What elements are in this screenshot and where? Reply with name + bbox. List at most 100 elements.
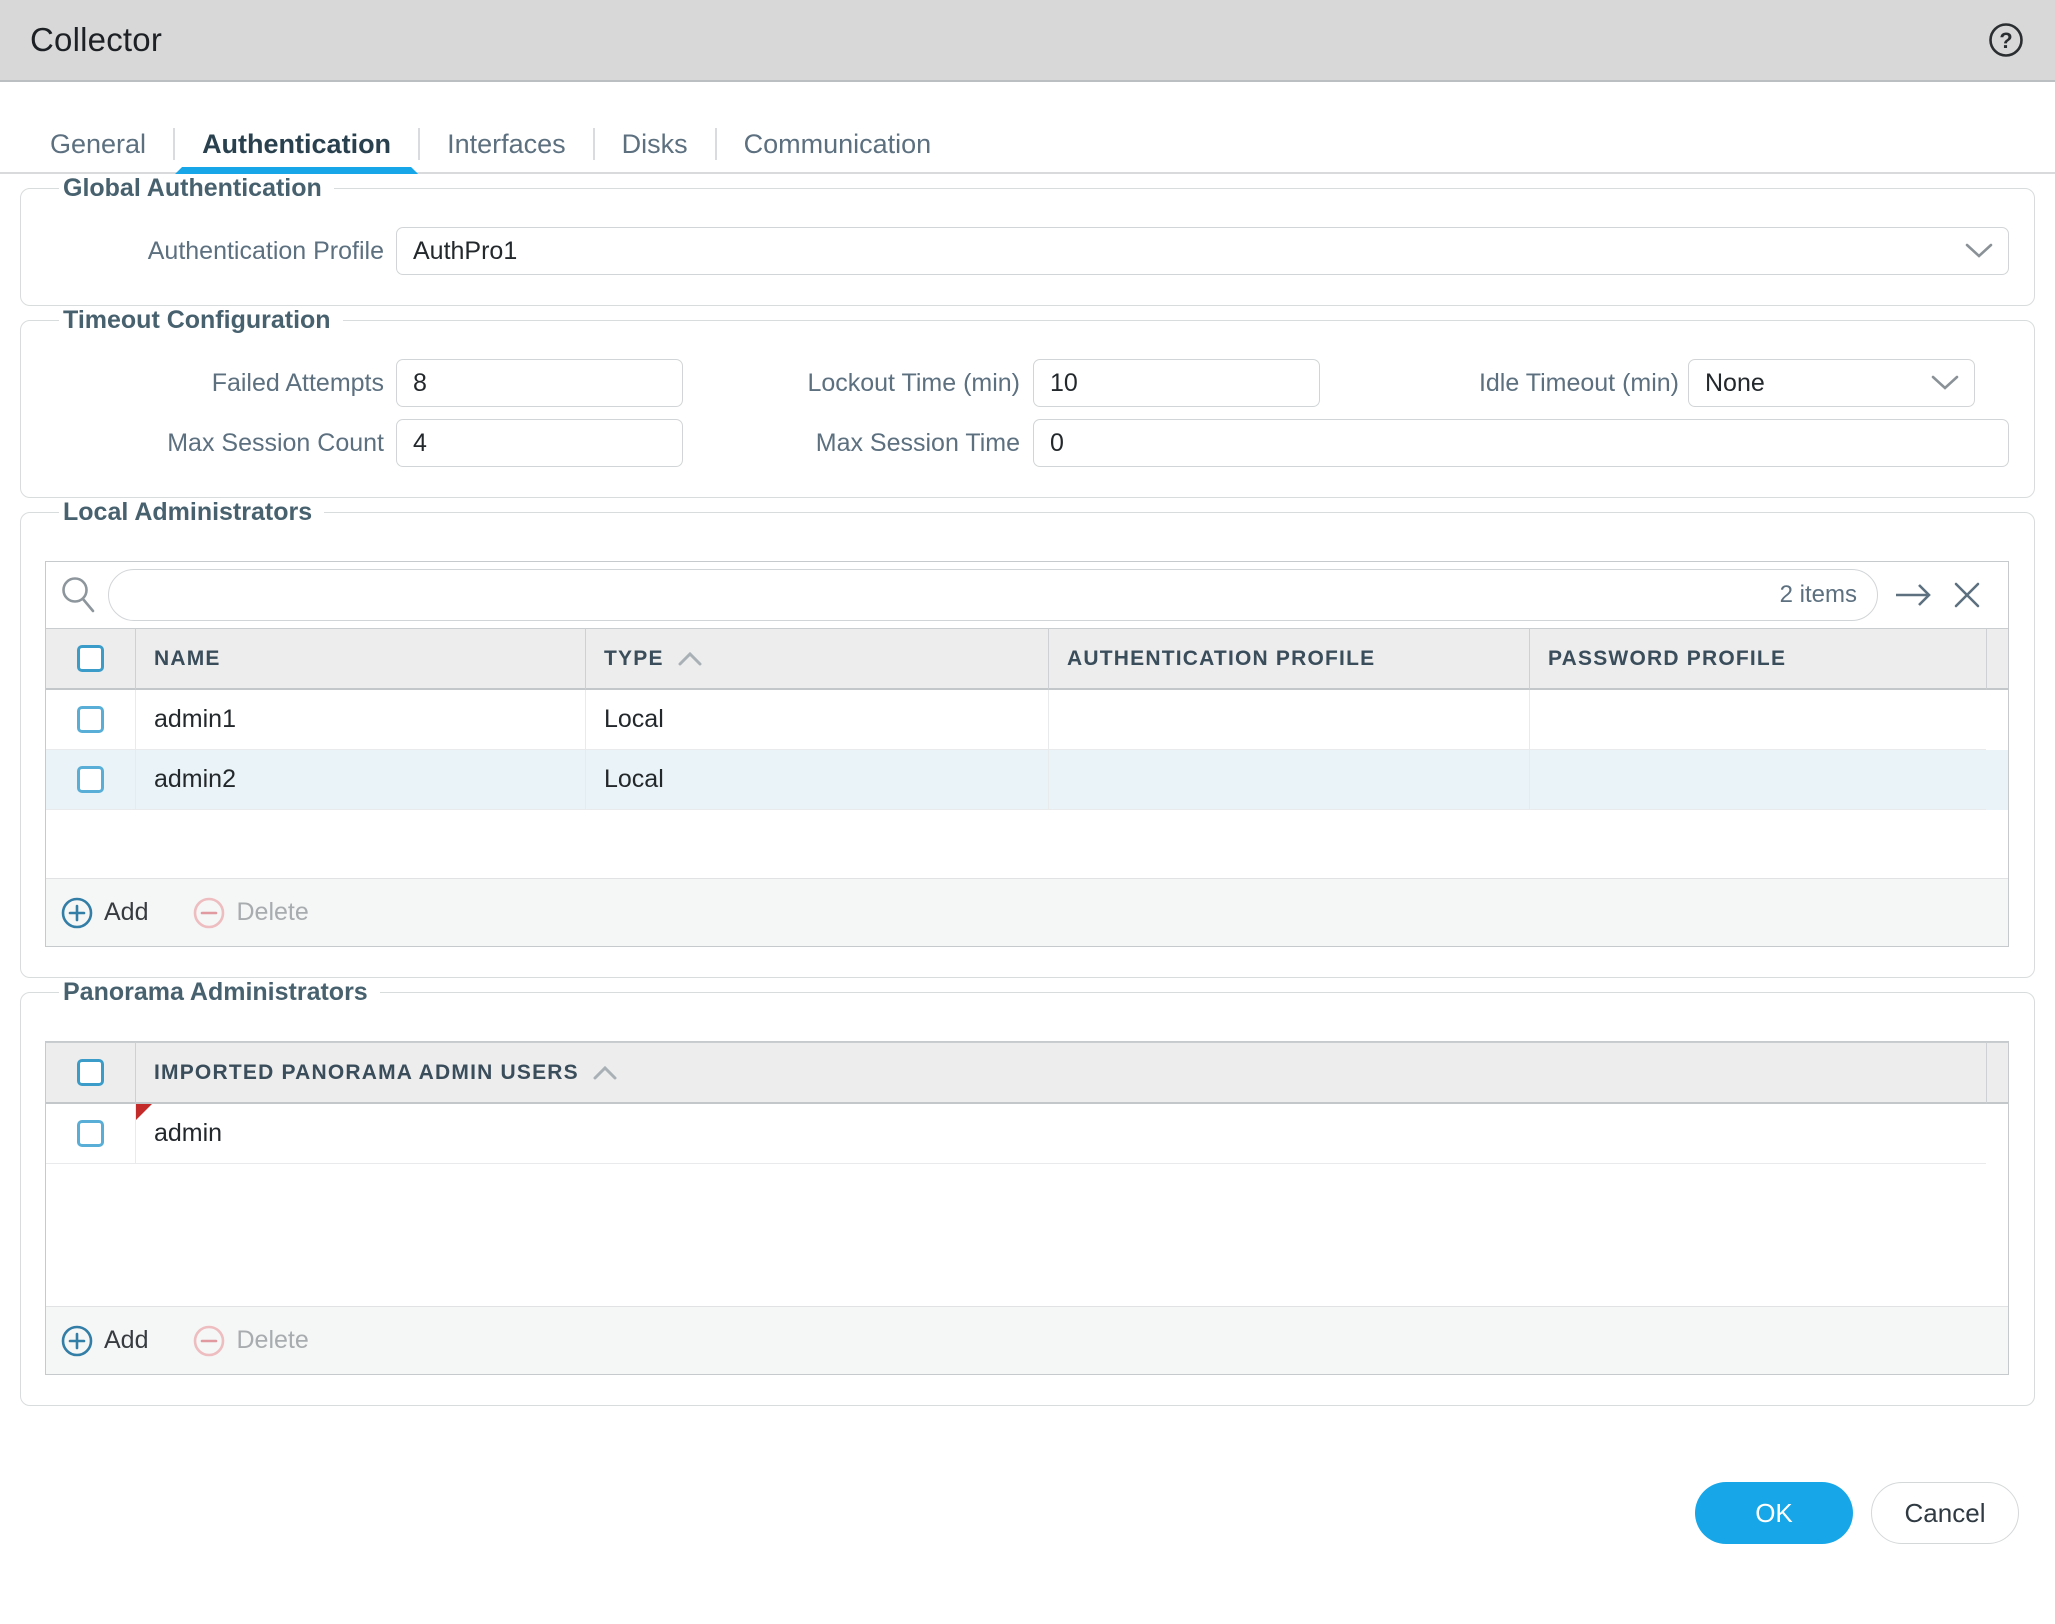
failed-attempts-input[interactable] — [396, 359, 683, 407]
table-row[interactable]: admin — [46, 1104, 2008, 1164]
items-count-badge: 2 items — [1779, 581, 1857, 608]
tab-communication[interactable]: Communication — [717, 116, 959, 172]
tab-general-label: General — [50, 128, 147, 159]
table-empty-area — [46, 1164, 2008, 1306]
column-header-imported-panorama-admin-users[interactable]: IMPORTED PANORAMA ADMIN USERS — [135, 1042, 1986, 1104]
column-header-type-label: TYPE — [604, 646, 664, 670]
sort-asc-icon — [678, 651, 702, 666]
svg-text:?: ? — [1999, 28, 2012, 53]
clear-filter-icon[interactable] — [1952, 580, 1982, 610]
failed-attempts-label: Failed Attempts — [211, 368, 384, 397]
delete-button[interactable]: Delete — [192, 896, 309, 930]
header-gutter — [1986, 1042, 2008, 1104]
table-row[interactable]: admin1 Local — [46, 690, 2008, 750]
row-checkbox[interactable] — [77, 1120, 104, 1147]
lockout-time-label: Lockout Time (min) — [807, 368, 1020, 397]
column-header-authentication-profile[interactable]: AUTHENTICATION PROFILE — [1048, 628, 1529, 690]
circle-plus-icon — [61, 1325, 93, 1356]
authentication-profile-label: Authentication Profile — [147, 236, 384, 265]
column-header-imported-panorama-admin-users-label: IMPORTED PANORAMA ADMIN USERS — [154, 1060, 579, 1084]
circle-minus-icon — [194, 1325, 225, 1356]
local-admins-search-row: 2 items — [46, 562, 2008, 628]
authentication-profile-select[interactable]: AuthPro1 — [396, 227, 2009, 275]
tab-communication-label: Communication — [743, 128, 932, 159]
chevron-down-icon — [1965, 243, 1993, 258]
lockout-time-input[interactable] — [1033, 359, 1320, 407]
column-header-name-label: NAME — [154, 646, 221, 670]
select-all-checkbox[interactable] — [77, 645, 104, 672]
help-icon: ? — [1989, 23, 2023, 57]
row-checkbox[interactable] — [77, 706, 104, 733]
section-global-authentication-legend: Global Authentication — [63, 174, 322, 202]
tab-bar: General Authentication Interfaces Disks … — [0, 116, 2055, 174]
cell-password-profile — [1529, 690, 1986, 750]
add-button-label: Add — [104, 898, 149, 926]
row-gutter — [1986, 750, 2008, 810]
delete-button-label: Delete — [236, 1326, 309, 1354]
tab-interfaces-label: Interfaces — [447, 128, 566, 159]
cell-type: Local — [585, 750, 1048, 810]
cancel-button[interactable]: Cancel — [1871, 1482, 2019, 1544]
select-all-checkbox[interactable] — [77, 1059, 104, 1086]
add-button[interactable]: Add — [60, 896, 148, 930]
section-local-administrators-legend: Local Administrators — [63, 498, 313, 526]
add-button-label: Add — [104, 1326, 149, 1354]
header-gutter — [1986, 628, 2008, 690]
section-timeout-configuration: Timeout Configuration Failed Attempts Lo… — [20, 306, 2035, 498]
column-header-name[interactable]: NAME — [135, 628, 585, 690]
column-header-type[interactable]: TYPE — [585, 628, 1048, 690]
cell-authentication-profile — [1048, 750, 1529, 810]
local-admins-footer: Add Delete — [46, 878, 2008, 946]
cell-imported-admin-user-label: admin — [154, 1119, 223, 1147]
circle-plus-icon — [61, 897, 93, 928]
panorama-admins-header-row: IMPORTED PANORAMA ADMIN USERS — [46, 1042, 2008, 1104]
tab-disks[interactable]: Disks — [595, 116, 715, 172]
tab-disks-label: Disks — [621, 128, 688, 159]
panorama-admins-footer: Add Delete — [46, 1306, 2008, 1374]
ok-button[interactable]: OK — [1695, 1482, 1853, 1544]
row-checkbox[interactable] — [77, 766, 104, 793]
cell-name: admin1 — [135, 690, 585, 750]
max-session-count-label: Max Session Count — [167, 428, 384, 457]
delete-button-label: Delete — [236, 898, 309, 926]
local-admins-search-input[interactable]: 2 items — [108, 569, 1878, 621]
max-session-time-label: Max Session Time — [815, 428, 1020, 457]
apply-filter-arrow-icon[interactable] — [1894, 581, 1934, 609]
cell-imported-admin-user: admin — [135, 1104, 1986, 1164]
circle-minus-icon — [194, 897, 225, 928]
sort-asc-icon — [593, 1065, 617, 1080]
section-global-authentication: Global Authentication Authentication Pro… — [20, 174, 2035, 306]
section-panorama-administrators: Panorama Administrators IMPORTED PANORAM… — [20, 978, 2035, 1406]
section-panorama-administrators-legend: Panorama Administrators — [63, 978, 368, 1006]
tab-general[interactable]: General — [36, 116, 173, 172]
table-row[interactable]: admin2 Local — [46, 750, 2008, 810]
cell-password-profile — [1529, 750, 1986, 810]
max-session-count-input[interactable] — [396, 419, 683, 467]
help-button[interactable]: ? — [1987, 21, 2025, 59]
dialog-titlebar: Collector ? — [0, 0, 2055, 82]
max-session-time-input[interactable] — [1033, 419, 2009, 467]
local-admins-table: 2 items NAME TYPE AUTHENTICATION PROFILE… — [45, 561, 2009, 947]
row-gutter — [1986, 690, 2008, 750]
idle-timeout-select[interactable]: None — [1688, 359, 1975, 407]
table-empty-area — [46, 810, 2008, 878]
search-icon — [62, 577, 95, 613]
tab-interfaces[interactable]: Interfaces — [420, 116, 593, 172]
tab-authentication-label: Authentication — [202, 128, 392, 159]
authentication-profile-value: AuthPro1 — [413, 236, 518, 265]
delete-button[interactable]: Delete — [192, 1324, 309, 1358]
row-gutter — [1986, 1104, 2008, 1164]
column-header-password-profile[interactable]: PASSWORD PROFILE — [1529, 628, 1986, 690]
panorama-admins-table: IMPORTED PANORAMA ADMIN USERS admin Add … — [45, 1041, 2009, 1375]
cell-name: admin2 — [135, 750, 585, 810]
column-header-authentication-profile-label: AUTHENTICATION PROFILE — [1067, 646, 1376, 670]
cell-type: Local — [585, 690, 1048, 750]
tab-authentication[interactable]: Authentication — [175, 116, 418, 172]
local-admins-header-row: NAME TYPE AUTHENTICATION PROFILE PASSWOR… — [46, 628, 2008, 690]
add-button[interactable]: Add — [60, 1324, 148, 1358]
idle-timeout-value: None — [1705, 368, 1765, 397]
cell-authentication-profile — [1048, 690, 1529, 750]
section-local-administrators: Local Administrators 2 items NAME TYPE A… — [20, 498, 2035, 978]
column-header-password-profile-label: PASSWORD PROFILE — [1548, 646, 1787, 670]
chevron-down-icon — [1931, 375, 1959, 390]
